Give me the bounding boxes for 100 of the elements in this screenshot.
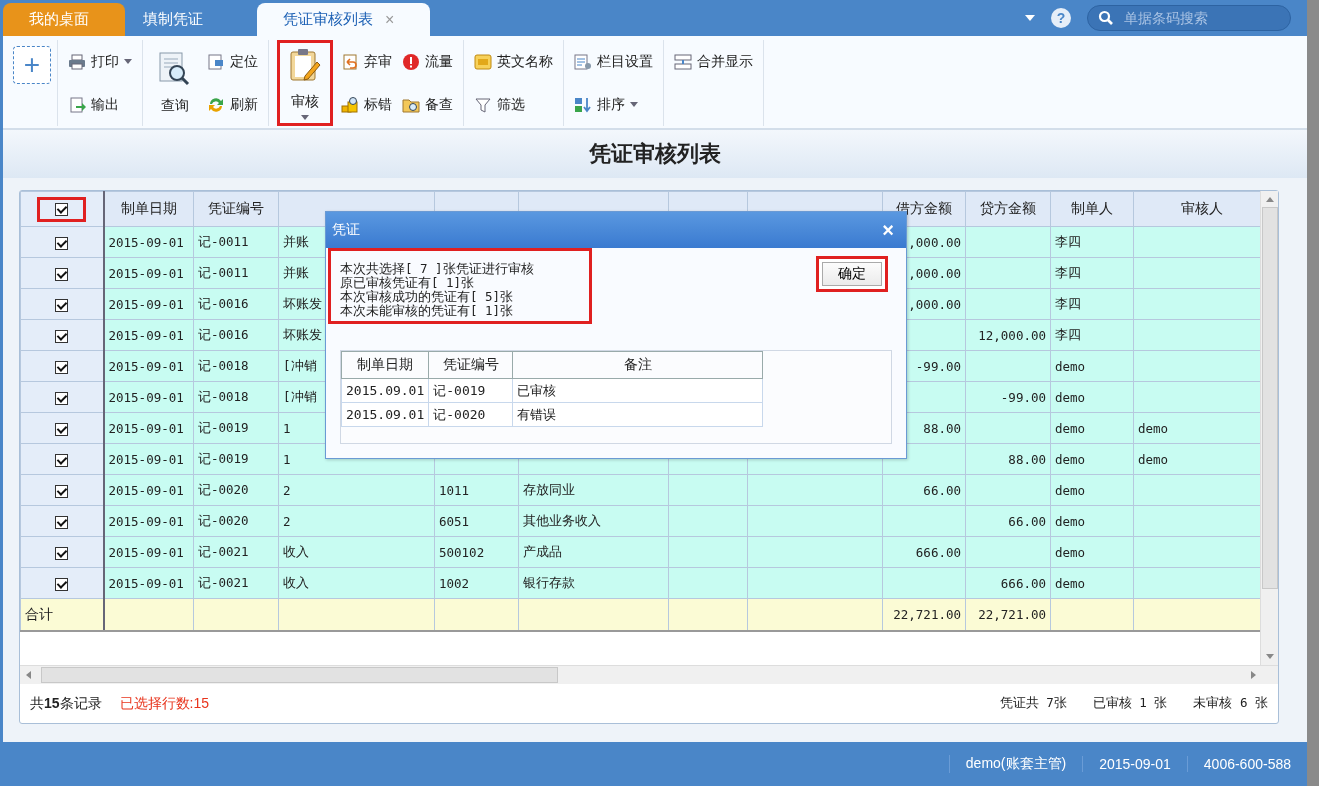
column-header[interactable]: 制单日期 [103,191,194,227]
toolbar-button[interactable]: 筛选 [472,93,555,116]
search-field[interactable]: 单据条码搜索 [1087,5,1291,31]
table-cell: 记-0019 [193,443,279,475]
table-cell: demo [1050,474,1134,506]
table-cell: 2015-09-01 [103,226,194,258]
add-button[interactable]: + [13,46,51,84]
table-cell: 66.00 [882,474,966,506]
sort-icon [574,95,592,114]
row-checkbox[interactable] [55,577,69,591]
column-header[interactable]: 制单人 [1050,191,1134,227]
table-cell: 2015-09-01 [103,536,194,568]
table-cell: 2015-09-01 [103,257,194,289]
record-count: 共15条记录 [30,694,102,713]
table-cell: 1011 [434,474,519,506]
table-cell: 已审核 [512,378,763,403]
voucher-stat: 凭证共 7张 [999,695,1067,712]
table-cell: 记-0018 [193,350,279,382]
table-cell: 2015.09.01 [341,402,429,427]
table-cell: 其他业务收入 [518,505,669,537]
column-header: 备注 [512,351,763,379]
column-header[interactable]: 凭证编号 [193,191,279,227]
table-cell: demo [1050,567,1134,599]
page-title: 凭证审核列表 [589,140,721,168]
status-text: 4006-600-588 [1186,756,1307,772]
table-cell: 有错误 [512,402,763,427]
row-checkbox[interactable] [55,453,69,467]
row-checkbox[interactable] [55,360,69,374]
column-header: 制单日期 [341,351,429,379]
row-checkbox[interactable] [55,422,69,436]
toolbar-button[interactable]: 栏目设置 [572,50,655,73]
toolbar-button[interactable]: 审核 [277,40,333,126]
row-checkbox[interactable] [55,236,69,250]
table-cell: 产成品 [518,536,669,568]
toolbar-button[interactable]: 流量 [400,50,455,73]
table-cell: 李四 [1050,288,1134,320]
status-text: demo(账套主管) [948,755,1083,773]
table-cell: 88.00 [965,443,1051,475]
table-cell: 李四 [1050,257,1134,289]
table-cell: 记-0020 [193,474,279,506]
table-cell: demo [1133,412,1260,444]
clipboard-pencil-icon [287,46,323,83]
caret-icon [124,59,132,64]
scroll-up-icon[interactable] [1265,197,1274,202]
export-icon [68,95,86,114]
label-badge-icon [474,52,492,71]
vertical-scrollbar[interactable] [1260,191,1278,665]
row-checkbox[interactable] [55,298,69,312]
row-checkbox[interactable] [55,267,69,281]
horizontal-scrollbar[interactable] [20,665,1278,684]
toolbar-button[interactable]: 查询 [151,40,199,126]
toolbar-button[interactable]: 备查 [400,93,455,116]
column-header[interactable]: 贷方金额 [965,191,1051,227]
table-cell: 合计 [20,598,104,631]
row-checkbox[interactable] [55,546,69,560]
table-cell: 2 [278,474,435,506]
toolbar-button[interactable]: 弃审 [339,50,394,73]
row-checkbox[interactable] [55,515,69,529]
table-cell: 记-0018 [193,381,279,413]
exclamation-icon [402,52,420,71]
toolbar-button[interactable]: 刷新 [205,93,260,116]
caret-icon[interactable] [1025,15,1035,21]
scroll-thumb[interactable] [1261,207,1278,589]
select-all-checkbox[interactable] [37,196,87,222]
table-cell: demo [1050,412,1134,444]
scroll-right-icon[interactable] [1251,671,1256,679]
column-header[interactable]: 审核人 [1133,191,1260,227]
search-input[interactable]: 单据条码搜索 [1122,9,1276,27]
table-cell: 记-0021 [193,536,279,568]
row-checkbox[interactable] [55,391,69,405]
filter-icon [474,95,492,114]
table-cell: 2015-09-01 [103,567,194,599]
toolbar-button[interactable]: 合并显示 [672,50,755,73]
toolbar-button[interactable]: 定位 [205,50,260,73]
toolbar-button[interactable]: 标错 [339,93,394,116]
table-cell: 记-0020 [193,505,279,537]
table-cell: demo [1133,443,1260,475]
scroll-down-icon[interactable] [1265,654,1274,659]
selected-count: 已选择行数:15 [119,694,210,713]
row-checkbox[interactable] [55,484,69,498]
table-cell: 存放同业 [518,474,669,506]
toolbar-button[interactable]: 排序 [572,93,655,116]
coin-stack-icon [341,95,359,114]
table-cell: 66.00 [965,505,1051,537]
table-cell: 500102 [434,536,519,568]
scroll-left-icon[interactable] [26,671,31,679]
toolbar-button[interactable]: 打印 [66,50,134,73]
list-settings-icon [574,52,592,71]
table-cell: 收入 [278,567,435,599]
table-cell: 2015-09-01 [103,474,194,506]
row-checkbox[interactable] [55,329,69,343]
scroll-thumb[interactable] [41,667,558,683]
voucher-stat: 已审核 1 张 [1092,695,1168,712]
tab[interactable]: 凭证审核列表 × [257,3,431,36]
toolbar-button[interactable]: 英文名称 [472,50,555,73]
table-cell: 6051 [434,505,519,537]
table-cell: 2015-09-01 [103,505,194,537]
table-cell: demo [1050,505,1134,537]
ok-button[interactable]: 确定 [816,256,888,292]
toolbar-button[interactable]: 输出 [66,93,134,116]
